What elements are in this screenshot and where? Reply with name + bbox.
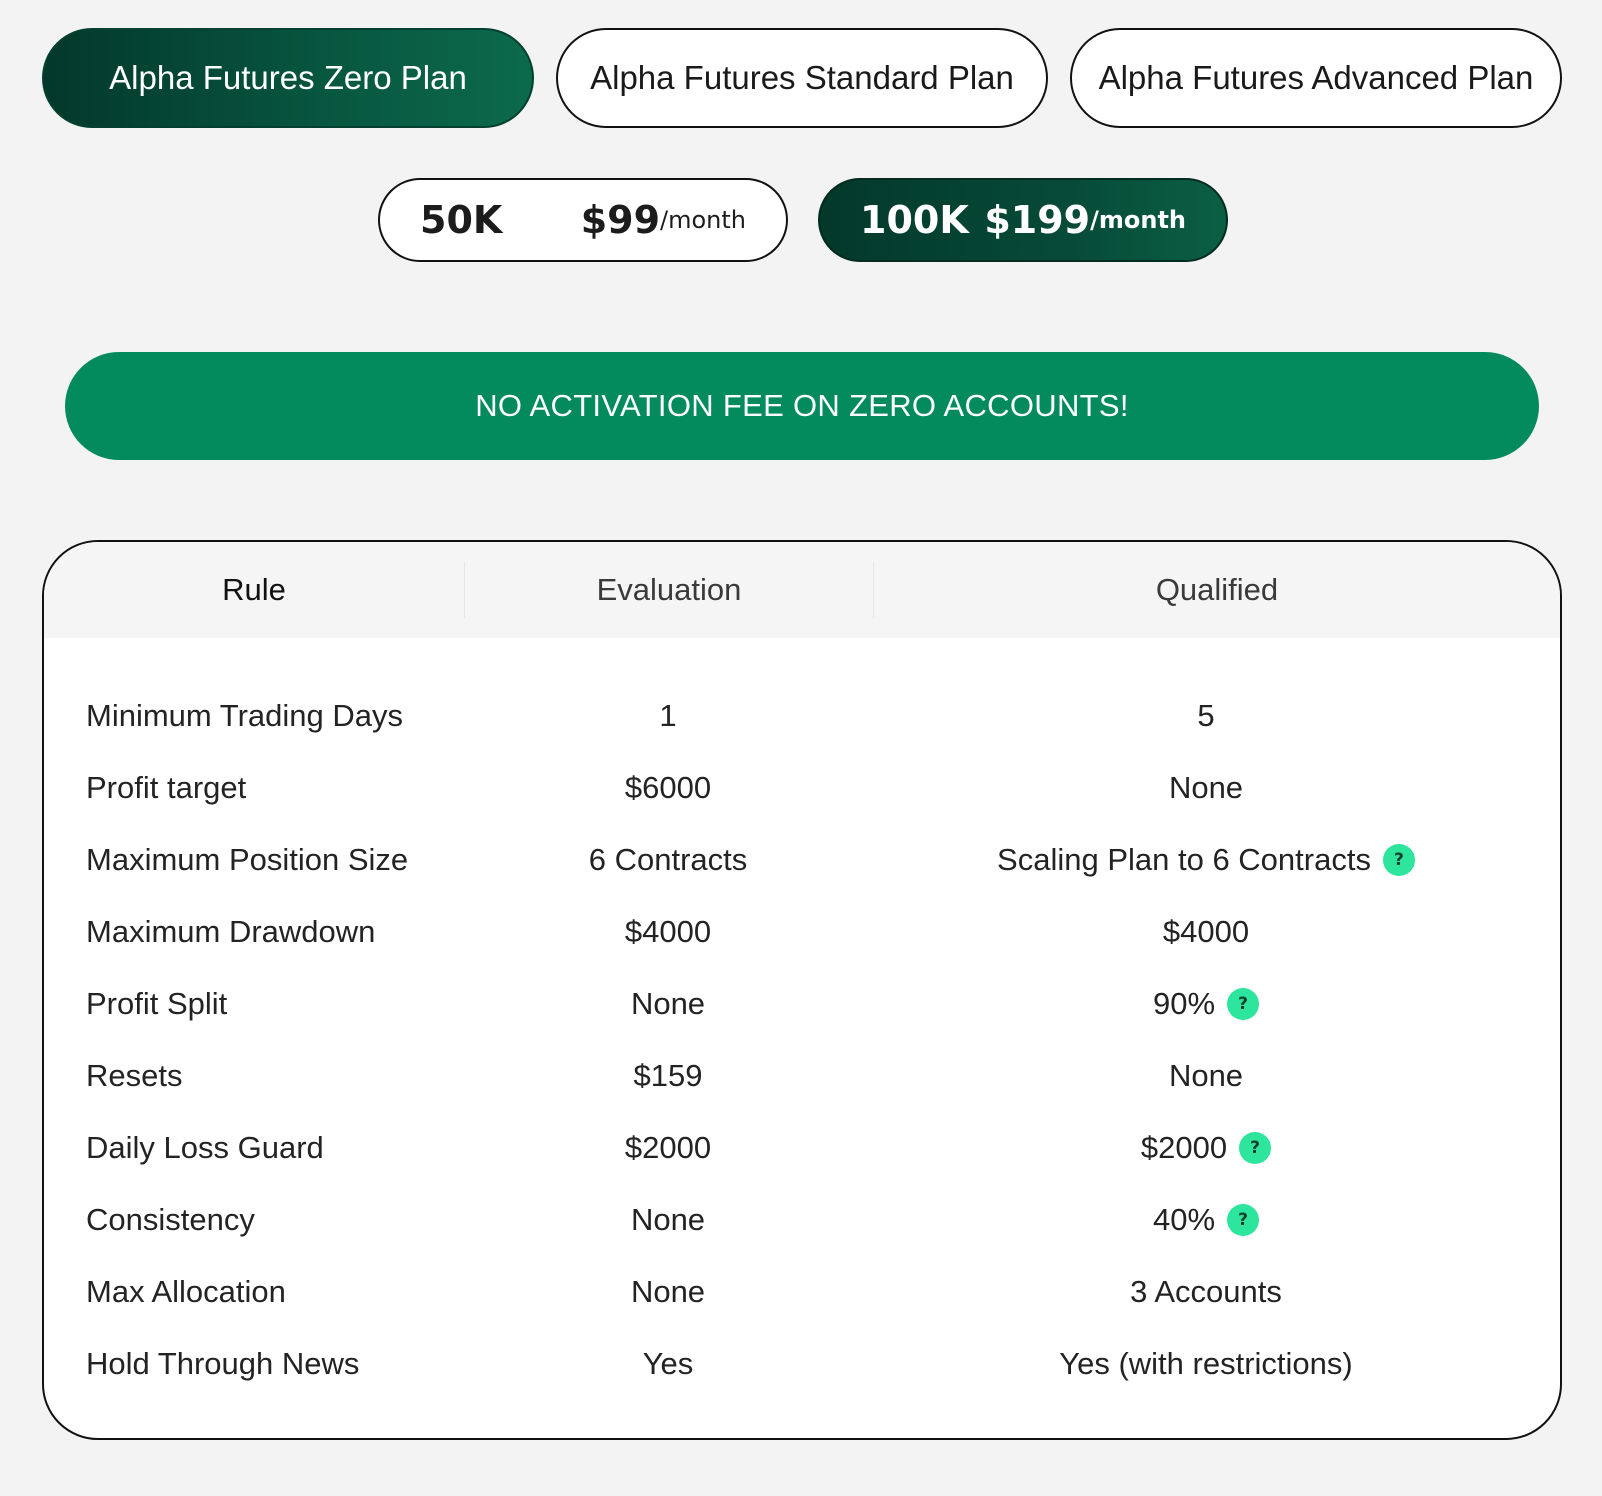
- rule-name: Max Allocation: [86, 1274, 286, 1309]
- qualified-cell: Scaling Plan to 6 Contracts?: [872, 842, 1560, 878]
- evaluation-value: $6000: [624, 770, 712, 805]
- evaluation-value: $2000: [624, 1130, 712, 1165]
- rule-name: Profit target: [86, 770, 247, 805]
- qualified-cell: 5: [872, 698, 1560, 734]
- size-period: /month: [660, 206, 746, 234]
- qualified-value: Scaling Plan to 6 Contracts: [997, 842, 1371, 877]
- qualified-value: $4000: [1162, 914, 1250, 949]
- size-amount: 50K: [420, 198, 503, 242]
- qualified-cell: $4000: [872, 914, 1560, 950]
- rule-name: Consistency: [86, 1202, 255, 1237]
- help-icon[interactable]: ?: [1227, 988, 1260, 1020]
- qualified-value: 40%: [1152, 1202, 1216, 1237]
- header-qualified: Qualified: [1155, 572, 1279, 607]
- rule-name: Profit Split: [86, 986, 228, 1021]
- plan-tabs: Alpha Futures Zero Plan Alpha Futures St…: [42, 28, 1562, 128]
- evaluation-value: 6 Contracts: [588, 842, 748, 877]
- rule-name: Resets: [86, 1058, 183, 1093]
- help-icon[interactable]: ?: [1382, 844, 1415, 876]
- account-size-selector: 50K $99/month 100K $199/month: [378, 178, 1228, 262]
- rule-name: Minimum Trading Days: [86, 698, 403, 733]
- tab-advanced-plan[interactable]: Alpha Futures Advanced Plan: [1070, 28, 1562, 128]
- rule-name: Maximum Position Size: [86, 842, 409, 877]
- help-icon[interactable]: ?: [1227, 1204, 1260, 1236]
- table-row: Consistency None 40%?: [44, 1184, 1560, 1256]
- help-icon[interactable]: ?: [1239, 1132, 1272, 1164]
- size-price: $99: [580, 198, 661, 242]
- table-row: Profit target $6000 None: [44, 752, 1560, 824]
- rule-name: Hold Through News: [86, 1346, 360, 1381]
- evaluation-value: None: [630, 1202, 706, 1237]
- qualified-cell: Yes (with restrictions): [872, 1346, 1560, 1382]
- table-row: Hold Through News Yes Yes (with restrictio…: [44, 1328, 1560, 1400]
- qualified-value: $2000: [1140, 1130, 1228, 1165]
- evaluation-value: $4000: [624, 914, 712, 949]
- size-price: $199: [984, 198, 1091, 242]
- tab-zero-plan[interactable]: Alpha Futures Zero Plan: [42, 28, 534, 128]
- table-row: Profit Split None 90%?: [44, 968, 1560, 1040]
- header-evaluation: Evaluation: [465, 562, 874, 618]
- size-amount: 100K: [860, 198, 969, 242]
- tab-standard-plan[interactable]: Alpha Futures Standard Plan: [556, 28, 1048, 128]
- qualified-cell: None: [872, 1058, 1560, 1094]
- evaluation-value: Yes: [642, 1346, 694, 1381]
- table-row: Max Allocation None 3 Accounts: [44, 1256, 1560, 1328]
- qualified-cell: 40%?: [872, 1202, 1560, 1238]
- table-body: Minimum Trading Days 1 5 Profit target $6000…: [44, 638, 1560, 1400]
- evaluation-value: None: [630, 986, 706, 1021]
- qualified-cell: 3 Accounts: [872, 1274, 1560, 1310]
- size-option-100k[interactable]: 100K $199/month: [818, 178, 1228, 262]
- qualified-value: 5: [1197, 698, 1215, 733]
- header-rule: Rule: [44, 562, 465, 618]
- table-row: Maximum Drawdown $4000 $4000: [44, 896, 1560, 968]
- evaluation-value: 1: [659, 698, 677, 733]
- evaluation-value: None: [630, 1274, 706, 1309]
- rule-name: Maximum Drawdown: [86, 914, 376, 949]
- rules-table: Rule Evaluation Qualified Minimum Tradin…: [42, 540, 1562, 1440]
- size-option-50k[interactable]: 50K $99/month: [378, 178, 788, 262]
- qualified-value: None: [1168, 770, 1244, 805]
- qualified-cell: $2000?: [872, 1130, 1560, 1166]
- table-row: Maximum Position Size 6 Contracts Scaling …: [44, 824, 1560, 896]
- qualified-value: None: [1168, 1058, 1244, 1093]
- qualified-value: Yes (with restrictions): [1059, 1346, 1353, 1381]
- qualified-value: 3 Accounts: [1130, 1274, 1282, 1309]
- table-row: Daily Loss Guard $2000 $2000?: [44, 1112, 1560, 1184]
- table-row: Minimum Trading Days 1 5: [44, 680, 1560, 752]
- table-header: Rule Evaluation Qualified: [44, 542, 1560, 638]
- size-period: /month: [1090, 206, 1186, 234]
- promo-banner: NO ACTIVATION FEE ON ZERO ACCOUNTS!: [65, 352, 1539, 460]
- qualified-cell: None: [872, 770, 1560, 806]
- qualified-cell: 90%?: [872, 986, 1560, 1022]
- evaluation-value: $159: [633, 1058, 703, 1093]
- rule-name: Daily Loss Guard: [86, 1130, 324, 1165]
- table-row: Resets $159 None: [44, 1040, 1560, 1112]
- qualified-value: 90%: [1152, 986, 1216, 1021]
